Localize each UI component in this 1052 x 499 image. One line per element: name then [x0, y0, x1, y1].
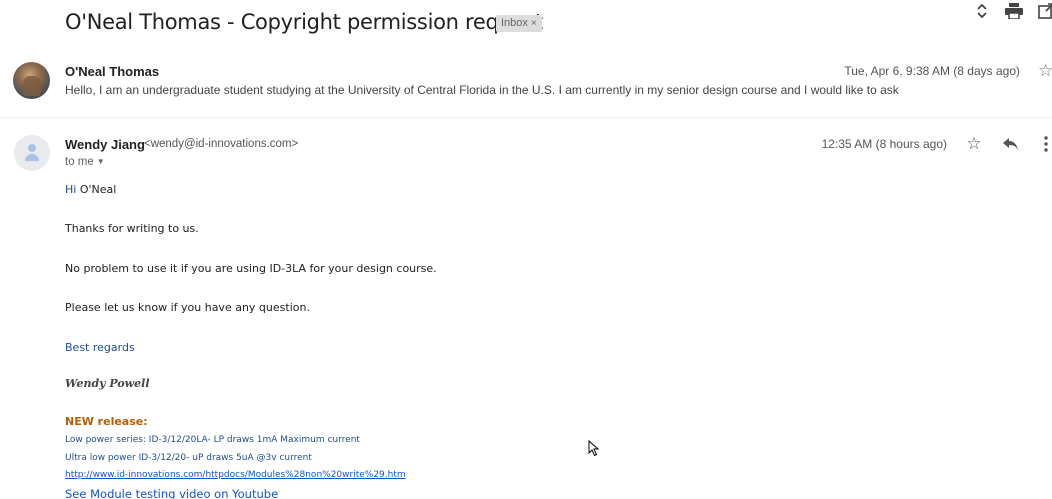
- expand-collapse-icon[interactable]: [972, 0, 992, 22]
- remove-label-icon[interactable]: ×: [531, 18, 537, 29]
- reply-icon[interactable]: [999, 132, 1023, 156]
- expanded-message: Wendy Jiang <wendy@id-innovations.com> t…: [0, 126, 1052, 499]
- body-line: No problem to use it if you are using ID…: [65, 262, 437, 275]
- thread-subject: O'Neal Thomas - Copyright permission req…: [65, 10, 543, 34]
- message-date: Tue, Apr 6, 9:38 AM (8 days ago): [844, 64, 1020, 78]
- recipient-details-toggle[interactable]: to me ▼: [65, 156, 105, 168]
- body-line: Please let us know if you have any quest…: [65, 301, 310, 314]
- print-icon[interactable]: [1004, 0, 1024, 22]
- open-new-window-icon[interactable]: [1036, 0, 1052, 22]
- sender-name: Wendy Jiang: [65, 137, 145, 152]
- message-snippet: Hello, I am an undergraduate student stu…: [65, 83, 899, 97]
- sender-email: <wendy@id-innovations.com>: [144, 138, 299, 150]
- message-time: 12:35 AM (8 hours ago): [821, 137, 947, 151]
- star-icon[interactable]: ☆: [962, 132, 986, 156]
- inbox-label-chip[interactable]: Inbox ×: [496, 15, 542, 32]
- more-options-icon[interactable]: [1034, 132, 1052, 156]
- label-text: Inbox: [501, 17, 528, 29]
- mouse-cursor-icon: [588, 440, 600, 457]
- greeting: Hi O'Neal: [65, 183, 116, 196]
- release-link[interactable]: http://www.id-innovations.com/httpdocs/M…: [65, 470, 406, 480]
- youtube-video-link[interactable]: See Module testing video on Youtube: [65, 487, 278, 499]
- avatar[interactable]: [13, 62, 50, 99]
- body-line: Thanks for writing to us.: [65, 222, 199, 235]
- star-icon[interactable]: ☆: [1038, 61, 1052, 81]
- release-line: Ultra low power ID-3/12/20- uP draws 5uA…: [65, 453, 312, 463]
- thread-header: O'Neal Thomas - Copyright permission req…: [0, 0, 1052, 48]
- release-line: Low power series: ID-3/12/20LA- LP draws…: [65, 435, 360, 445]
- avatar[interactable]: [14, 135, 50, 171]
- greeting-name: O'Neal: [76, 183, 117, 196]
- collapsed-message[interactable]: O'Neal Thomas Hello, I am an undergradua…: [0, 52, 1052, 118]
- signature: Wendy Powell: [65, 377, 150, 390]
- closing: Best regards: [65, 341, 135, 354]
- recipient-text: to me: [65, 156, 94, 168]
- sender-name: O'Neal Thomas: [65, 64, 160, 79]
- greeting-hi: Hi: [65, 183, 77, 196]
- release-title: NEW release:: [65, 415, 148, 428]
- chevron-down-icon[interactable]: ▼: [97, 157, 105, 166]
